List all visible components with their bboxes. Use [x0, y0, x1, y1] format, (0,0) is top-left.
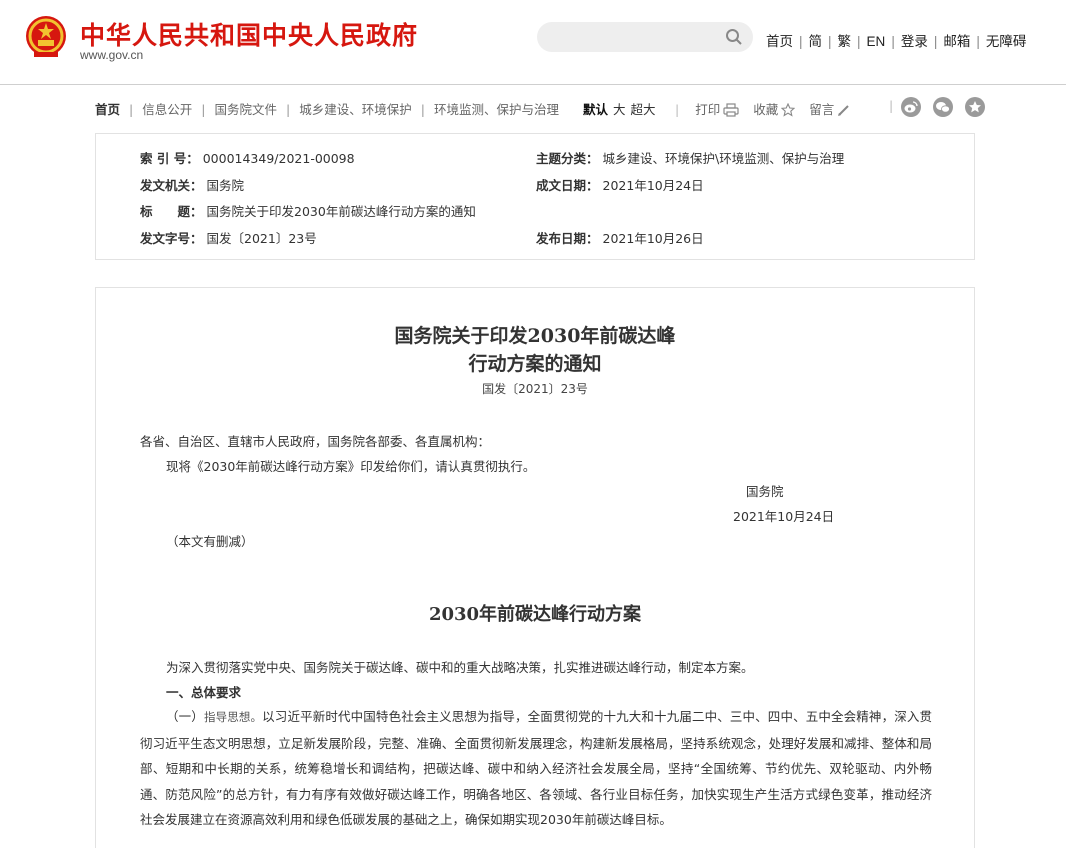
mailbox-link[interactable]: 邮箱 — [943, 34, 970, 49]
print-label: 打印 — [695, 102, 721, 117]
meta-title: 标 题： 国务院关于印发2030年前碳达峰行动方案的通知 — [140, 201, 476, 220]
sub-heading: 指导思想。 — [203, 710, 263, 724]
article-body: 国务院关于印发2030年前碳达峰 行动方案的通知 国发〔2021〕23号 各省、… — [95, 287, 975, 848]
meta-doc-number: 发文字号： 国发〔2021〕23号 — [140, 228, 317, 247]
salutation: 各省、自治区、直辖市人民政府，国务院各部委、各直属机构： — [140, 434, 491, 449]
sub-text: 以习近平新时代中国特色社会主义思想为指导，全面贯彻党的十九大和十九届二中、三中、… — [140, 709, 932, 827]
favorite-icon[interactable] — [965, 97, 985, 117]
home-link[interactable]: 首页 — [766, 34, 793, 49]
meta-value: 000014349/2021-00098 — [202, 151, 355, 166]
site-title[interactable]: 中华人民共和国中央人民政府 — [80, 16, 418, 52]
meta-label: 发文机关： — [140, 178, 203, 193]
breadcrumb-separator: | — [201, 102, 206, 117]
wechat-icon[interactable] — [933, 97, 953, 117]
signer: 国务院 — [746, 484, 784, 499]
breadcrumb-home[interactable]: 首页 — [95, 102, 120, 117]
meta-label: 成文日期： — [536, 178, 599, 193]
link-separator: | — [828, 34, 832, 49]
sub-label: （一） — [166, 709, 204, 724]
link-separator: | — [891, 34, 895, 49]
meta-label: 索 引 号： — [140, 151, 199, 166]
tool-separator: | — [675, 102, 680, 117]
meta-value: 国务院关于印发2030年前碳达峰行动方案的通知 — [206, 204, 476, 219]
link-separator: | — [857, 34, 861, 49]
traditional-chinese-link[interactable]: 繁 — [838, 34, 852, 49]
guiding-ideology-paragraph: （一）指导思想。以习近平新时代中国特色社会主义思想为指导，全面贯彻党的十九大和十… — [140, 704, 932, 833]
meta-index: 索 引 号： 000014349/2021-00098 — [140, 148, 355, 167]
document-metadata: 索 引 号： 000014349/2021-00098 主题分类： 城乡建设、环境保… — [95, 133, 975, 260]
breadcrumb: 首页 | 信息公开 | 国务院文件 | 城乡建设、环境保护 | 环境监测、保护与治理 — [95, 99, 559, 118]
accessibility-link[interactable]: 无障碍 — [986, 34, 1027, 49]
link-separator: | — [799, 34, 803, 49]
comment-label: 留言 — [809, 102, 835, 117]
search-icon[interactable] — [725, 28, 743, 46]
meta-label: 主题分类： — [536, 151, 599, 166]
pencil-icon — [838, 105, 849, 116]
breadcrumb-separator: | — [285, 102, 291, 117]
national-emblem-icon[interactable] — [24, 14, 68, 60]
article-title: 国务院关于印发2030年前碳达峰 行动方案的通知 — [96, 322, 974, 378]
breadcrumb-separator: | — [420, 102, 425, 117]
breadcrumb-separator: | — [129, 102, 134, 117]
printer-icon — [723, 103, 739, 117]
weibo-icon[interactable] — [901, 97, 921, 117]
site-domain: www.gov.cn — [80, 48, 144, 62]
article-doc-number: 国发〔2021〕23号 — [482, 382, 588, 396]
meta-value: 2021年10月26日 — [602, 231, 704, 246]
search-box — [537, 22, 753, 52]
font-size-default[interactable]: 默认 — [583, 102, 608, 117]
meta-issuer: 发文机关： 国务院 — [140, 175, 244, 194]
favorite-label: 收藏 — [753, 102, 779, 117]
share-separator: | — [889, 98, 894, 113]
meta-topic: 主题分类： 城乡建设、环境保护\环境监测、保护与治理 — [536, 148, 844, 167]
font-size-large[interactable]: 大 — [613, 102, 626, 117]
meta-value: 2021年10月24日 — [602, 178, 704, 193]
star-icon — [781, 103, 796, 117]
breadcrumb-item-state-council-docs[interactable]: 国务院文件 — [214, 102, 277, 117]
meta-value: 国发〔2021〕23号 — [206, 231, 317, 246]
sign-date: 2021年10月24日 — [733, 509, 835, 524]
breadcrumb-item-info[interactable]: 信息公开 — [142, 102, 192, 117]
top-links: 首页 | 简 | 繁 | EN | 登录 | 邮箱 | 无障碍 — [766, 30, 1026, 50]
font-size-xlarge[interactable]: 超大 — [631, 102, 656, 117]
breadcrumb-bar: 首页 | 信息公开 | 国务院文件 | 城乡建设、环境保护 | 环境监测、保护与治理 默认大超大… — [95, 97, 985, 119]
meta-written-date: 成文日期： 2021年10月24日 — [536, 175, 704, 194]
notice-text: 现将《2030年前碳达峰行动方案》印发给你们，请认真贯彻执行。 — [166, 459, 536, 474]
meta-value: 城乡建设、环境保护\环境监测、保护与治理 — [602, 151, 845, 166]
abridged-note: （本文有删减） — [166, 534, 254, 549]
site-header: 中华人民共和国中央人民政府 www.gov.cn 首页 | 简 | 繁 | EN | 登录 | 邮箱… — [0, 0, 1066, 85]
login-link[interactable]: 登录 — [901, 34, 928, 49]
search-input[interactable] — [549, 27, 723, 49]
plan-intro: 为深入贯彻落实党中央、国务院关于碳达峰、碳中和的重大战略决策，扎实推进碳达峰行动… — [166, 660, 754, 675]
simplified-chinese-link[interactable]: 简 — [809, 34, 823, 49]
link-separator: | — [933, 34, 938, 49]
article-title-line2: 行动方案的通知 — [468, 353, 602, 375]
font-size-control: 默认大超大 — [581, 99, 661, 118]
breadcrumb-item-env-monitoring[interactable]: 环境监测、保护与治理 — [434, 102, 559, 117]
meta-label: 发布日期： — [536, 231, 599, 246]
section-heading: 一、总体要求 — [166, 685, 242, 700]
article-tools: | 打印 收藏 留言 — [675, 99, 865, 118]
meta-published-date: 发布日期： 2021年10月26日 — [536, 228, 704, 247]
meta-label: 标 题： — [140, 204, 203, 219]
favorite-button[interactable]: 收藏 — [753, 102, 796, 117]
meta-value: 国务院 — [206, 178, 245, 193]
print-button[interactable]: 打印 — [695, 102, 739, 117]
comment-button[interactable]: 留言 — [809, 102, 851, 117]
plan-title: 2030年前碳达峰行动方案 — [428, 604, 642, 625]
breadcrumb-item-urban-env[interactable]: 城乡建设、环境保护 — [299, 102, 412, 117]
link-separator: | — [976, 34, 980, 49]
english-link[interactable]: EN — [867, 34, 886, 49]
meta-label: 发文字号： — [140, 231, 203, 246]
article-title-line1: 国务院关于印发2030年前碳达峰 — [394, 325, 676, 347]
